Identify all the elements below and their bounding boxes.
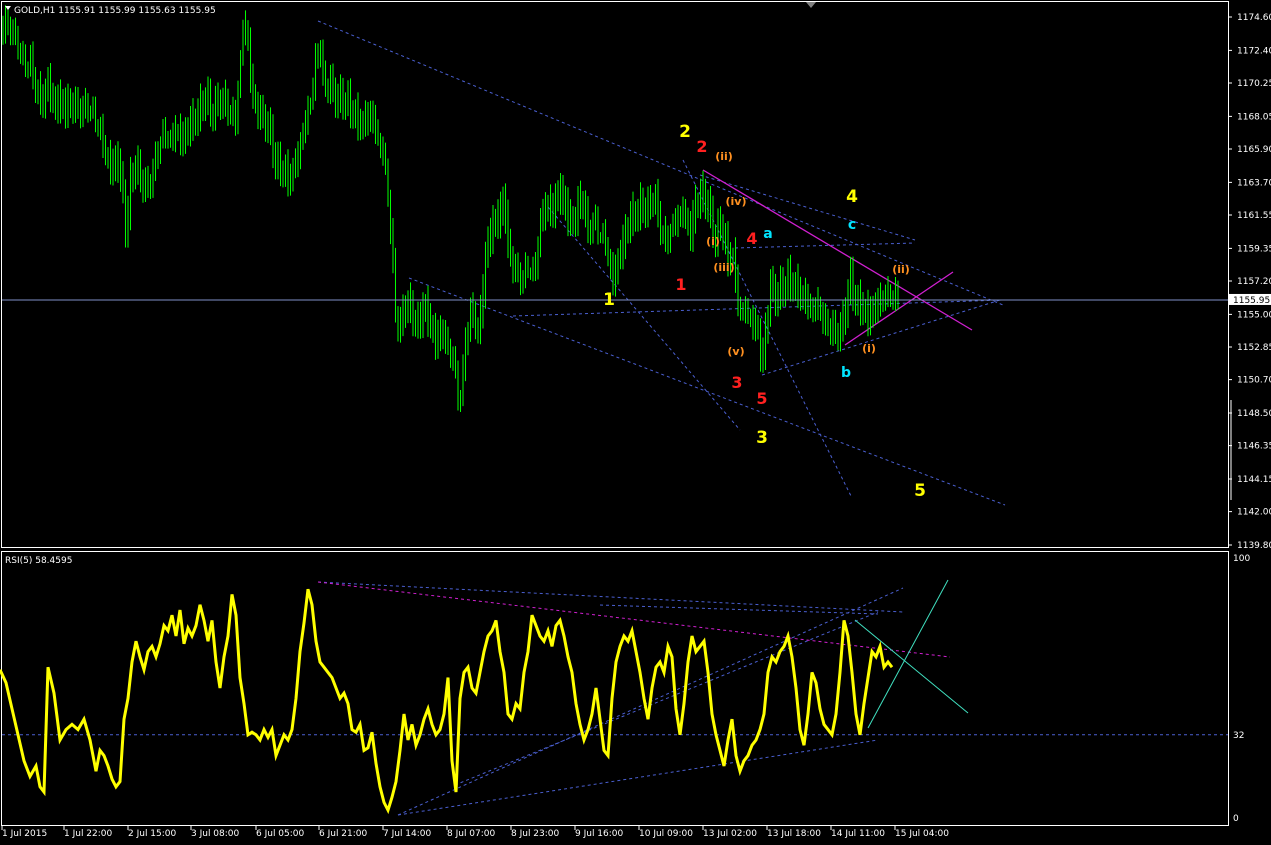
wave-label: (ii) bbox=[892, 263, 910, 276]
time-tick-label: 6 Jul 21:00 bbox=[319, 829, 368, 839]
time-tick-label: 9 Jul 16:00 bbox=[575, 829, 624, 839]
price-tick-label: 1163.70 bbox=[1237, 178, 1271, 188]
time-tick-label: 7 Jul 14:00 bbox=[383, 829, 432, 839]
time-tick-label: 8 Jul 07:00 bbox=[447, 829, 496, 839]
time-tick-label: 13 Jul 18:00 bbox=[767, 829, 821, 839]
rsi-axis: 100 32 0 bbox=[1233, 554, 1250, 824]
time-tick-label: 1 Jul 2015 bbox=[2, 829, 47, 839]
price-tag-label: 1155.95 bbox=[1233, 296, 1270, 306]
time-tick-label: 14 Jul 11:00 bbox=[831, 829, 885, 839]
time-axis: 1 Jul 2015 1 Jul 22:00 2 Jul 15:00 3 Jul 08… bbox=[1, 826, 949, 839]
price-tick-label: 1144.15 bbox=[1237, 475, 1271, 485]
wave-label: a bbox=[763, 226, 772, 242]
wave-label: 4 bbox=[846, 187, 858, 207]
rsi-tick-label: 100 bbox=[1233, 554, 1250, 564]
price-tick-label: 1150.70 bbox=[1237, 376, 1271, 386]
chart-canvas[interactable]: 22(ii)(iv)(i) 4 a4c(iii) (ii)11(v) (i)b3535 … bbox=[0, 0, 1271, 845]
price-tick-label: 1148.50 bbox=[1237, 409, 1271, 419]
wave-label: 2 bbox=[696, 137, 707, 156]
price-tick-label: 1170.25 bbox=[1237, 79, 1271, 89]
wave-label: 3 bbox=[756, 428, 768, 448]
wave-label: (i) bbox=[862, 342, 876, 355]
wave-label: 1 bbox=[675, 275, 686, 294]
wave-label: 5 bbox=[756, 389, 767, 408]
time-tick-label: 6 Jul 05:00 bbox=[256, 829, 305, 839]
time-tick-label: 2 Jul 15:00 bbox=[128, 829, 177, 839]
price-tick-label: 1139.80 bbox=[1237, 541, 1271, 551]
wave-label: (v) bbox=[727, 345, 744, 358]
price-tag: 1155.95 bbox=[1229, 293, 1271, 306]
wave-label: b bbox=[841, 365, 851, 381]
price-axis: 1174.60 1172.40 1170.25 1168.05 1165.90 1163.… bbox=[1228, 13, 1271, 551]
time-tick-label: 13 Jul 02:00 bbox=[703, 829, 757, 839]
rsi-pane[interactable]: 100 32 0 RSI(5) 58.4595 bbox=[0, 551, 1250, 826]
main-header: GOLD,H1 1155.91 1155.99 1155.63 1155.95 bbox=[14, 6, 216, 16]
rsi-header: RSI(5) 58.4595 bbox=[5, 556, 72, 566]
rsi-tick-label: 32 bbox=[1233, 731, 1244, 741]
wave-label: (iv) bbox=[726, 195, 747, 208]
price-tick-label: 1174.60 bbox=[1237, 13, 1271, 23]
price-tick-label: 1142.00 bbox=[1237, 508, 1271, 518]
price-tick-label: 1157.20 bbox=[1237, 277, 1271, 287]
price-tick-label: 1172.40 bbox=[1237, 46, 1271, 56]
wave-label: (iii) bbox=[713, 261, 734, 274]
wave-label: (i) bbox=[706, 235, 720, 248]
time-tick-label: 3 Jul 08:00 bbox=[191, 829, 240, 839]
time-tick-label: 10 Jul 09:00 bbox=[639, 829, 693, 839]
price-tick-label: 1152.85 bbox=[1237, 343, 1271, 353]
time-tick-label: 8 Jul 23:00 bbox=[511, 829, 560, 839]
price-tick-label: 1165.90 bbox=[1237, 145, 1271, 155]
wave-label: 2 bbox=[679, 122, 691, 142]
rsi-tick-label: 0 bbox=[1233, 814, 1239, 824]
time-tick-label: 1 Jul 22:00 bbox=[64, 829, 113, 839]
main-pane[interactable]: 22(ii)(iv)(i) 4 a4c(iii) (ii)11(v) (i)b3535 … bbox=[1, 1, 1271, 552]
wave-label: 1 bbox=[603, 290, 615, 310]
price-tick-label: 1168.05 bbox=[1237, 112, 1271, 122]
time-tick-label: 15 Jul 04:00 bbox=[895, 829, 949, 839]
price-tick-label: 1155.00 bbox=[1237, 310, 1271, 320]
rsi-pane-frame bbox=[1, 551, 1229, 826]
wave-label: (ii) bbox=[715, 150, 733, 163]
price-tick-label: 1159.35 bbox=[1237, 244, 1271, 254]
wave-label: 5 bbox=[914, 481, 926, 501]
price-tick-label: 1161.55 bbox=[1237, 211, 1271, 221]
wave-label: 3 bbox=[731, 373, 742, 392]
price-tick-label: 1146.35 bbox=[1237, 442, 1271, 452]
wave-label: c bbox=[848, 217, 856, 233]
wave-label: 4 bbox=[746, 229, 757, 248]
